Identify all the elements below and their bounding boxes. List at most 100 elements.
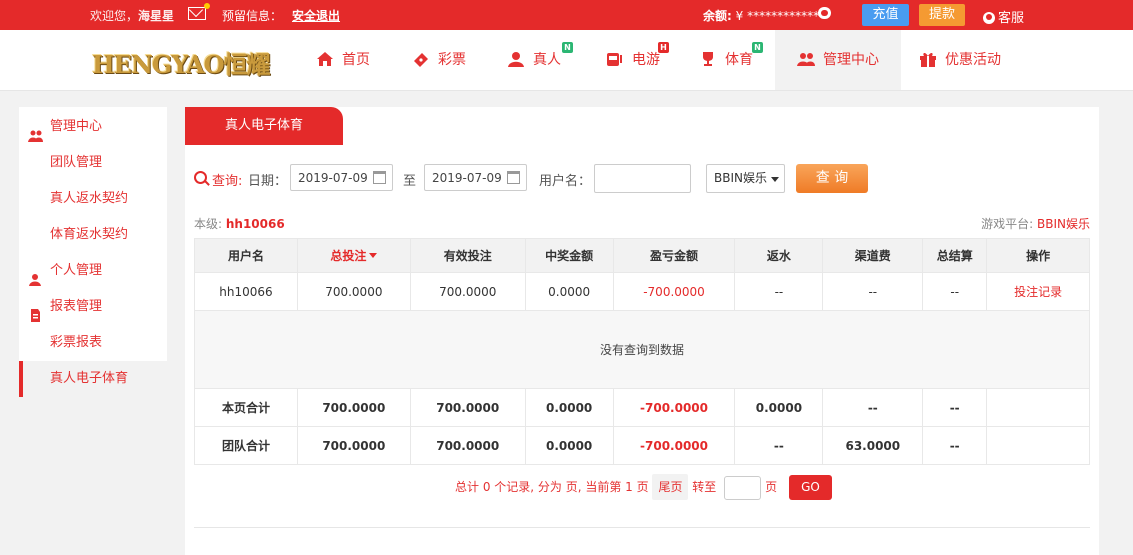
table-cell: -700.0000 <box>612 388 736 427</box>
sidebar-item-sports-rebate-contract[interactable]: 体育返水契约 <box>19 217 167 253</box>
live-dealer-icon <box>507 33 525 67</box>
page-number-input[interactable] <box>724 475 762 500</box>
user-icon <box>28 265 42 286</box>
last-page-button[interactable]: 尾页 <box>652 474 689 500</box>
level-value[interactable]: hh10066 <box>226 217 285 231</box>
recharge-button[interactable]: 充值 <box>862 4 909 26</box>
panel-tab[interactable]: 真人电子体育 <box>185 107 343 145</box>
calendar-icon[interactable] <box>373 171 386 184</box>
sidebar-item-management-center[interactable]: 管理中心 <box>19 109 167 145</box>
table-cell <box>986 426 1090 465</box>
nav-item-lottery[interactable]: 彩票 <box>412 30 466 90</box>
to-label: 至 <box>403 174 417 189</box>
table-cell: hh10066 <box>194 272 298 311</box>
users-icon <box>28 121 43 142</box>
column-header: 盈亏金额 <box>612 238 736 273</box>
report-icon <box>28 301 42 322</box>
logout-link[interactable]: 安全退出 <box>292 7 340 24</box>
nav-label: 真人 <box>533 52 561 68</box>
nav-label: 体育 <box>725 52 753 68</box>
sidebar-item-label: 彩票报表 <box>50 335 103 350</box>
sidebar-item-team-management[interactable]: 团队管理 <box>19 145 167 181</box>
balance-label: 余额: <box>703 9 732 23</box>
date-from-value: 2019-07-09 <box>298 171 368 185</box>
table-cell: -- <box>922 272 988 311</box>
table-cell: 700.0000 <box>296 388 411 427</box>
sort-desc-icon <box>369 253 378 258</box>
logo[interactable]: HENGYAO恒耀 <box>92 45 280 79</box>
table-cell: 本页合计 <box>194 388 298 427</box>
table-cell: -- <box>922 426 988 465</box>
platform-select[interactable]: BBIN娱乐 <box>706 164 785 193</box>
nav-label: 管理中心 <box>823 52 879 68</box>
bet-records-link[interactable]: 投注记录 <box>986 272 1090 311</box>
logo-text: HENGYAO恒耀 <box>92 50 271 79</box>
new-badge: N <box>752 42 763 53</box>
welcome-text: 欢迎您，海星星 <box>90 7 174 24</box>
welcome-prefix: 欢迎您， <box>90 9 139 23</box>
column-header-sortable[interactable]: 总投注 <box>296 238 411 273</box>
table-cell <box>986 388 1090 427</box>
sidebar-item-live-rebate-contract[interactable]: 真人返水契约 <box>19 181 167 217</box>
date-from-input[interactable]: 2019-07-09 <box>290 164 393 191</box>
table-cell: -- <box>822 272 924 311</box>
column-header: 总结算 <box>922 238 988 273</box>
new-badge: N <box>562 42 573 53</box>
customer-service-link[interactable]: 客服 <box>983 7 1024 26</box>
balance: 余额: ¥ ************ <box>703 7 819 24</box>
mail-icon[interactable] <box>188 3 210 20</box>
column-header: 操作 <box>986 238 1090 273</box>
nav-item-management[interactable]: 管理中心 <box>775 30 901 90</box>
table-cell: 团队合计 <box>194 426 298 465</box>
platform-select-value: BBIN娱乐 <box>714 171 767 185</box>
platform-label: 游戏平台: <box>981 217 1034 231</box>
level-label: 本级: <box>194 217 223 231</box>
hot-badge: H <box>658 42 669 53</box>
calendar-icon[interactable] <box>507 171 520 184</box>
nav-item-sports[interactable]: 体育 N <box>699 30 763 90</box>
eye-icon[interactable] <box>818 7 831 19</box>
query-button[interactable]: 查 询 <box>796 164 868 193</box>
goto-label: 转至 <box>692 480 717 494</box>
nav-item-home[interactable]: 首页 <box>316 30 370 90</box>
table-cell: -- <box>734 272 824 311</box>
slot-machine-icon <box>606 33 624 66</box>
nav-item-live[interactable]: 真人 N <box>507 30 573 90</box>
gift-icon <box>919 33 937 67</box>
sidebar-item-lottery-report[interactable]: 彩票报表 <box>19 325 167 361</box>
table-cell: -700.0000 <box>612 272 736 311</box>
table-cell: 700.0000 <box>296 272 411 311</box>
date-to-value: 2019-07-09 <box>432 171 502 185</box>
column-header: 中奖金额 <box>524 238 614 273</box>
sidebar-item-label: 真人电子体育 <box>50 371 129 386</box>
chevron-down-icon <box>771 177 779 182</box>
nav-label: 首页 <box>342 52 370 68</box>
sidebar-item-label: 管理中心 <box>50 119 103 134</box>
pager-summary: 总计 0 个记录, 分为 页, 当前第 1 页 <box>455 480 649 494</box>
sidebar-item-personal-management[interactable]: 个人管理 <box>19 253 167 289</box>
date-to-input[interactable]: 2019-07-09 <box>424 164 527 191</box>
column-header-label: 总投注 <box>330 249 367 263</box>
sidebar-item-live-egames-sports[interactable]: 真人电子体育 <box>19 361 171 397</box>
username-input[interactable] <box>594 164 691 193</box>
table-cell: 0.0000 <box>734 388 824 427</box>
username-label: 用户名： <box>539 174 592 189</box>
nav-item-promotions[interactable]: 优惠活动 <box>919 30 1001 90</box>
main-nav: HENGYAO恒耀 首页 彩票 真人 N 电游 H 体育 N 管理中心 优惠活动 <box>0 30 1133 91</box>
search-icon <box>194 171 207 184</box>
column-header: 有效投注 <box>409 238 526 273</box>
go-button[interactable]: GO <box>788 475 832 500</box>
page-unit-label: 页 <box>765 480 778 494</box>
table-cell: 700.0000 <box>409 272 526 311</box>
column-header: 渠道费 <box>822 238 924 273</box>
table-cell: 0.0000 <box>524 426 614 465</box>
nav-item-egames[interactable]: 电游 H <box>606 30 669 90</box>
table-cell: 0.0000 <box>524 388 614 427</box>
withdraw-button[interactable]: 提款 <box>919 4 965 26</box>
table-cell: -700.0000 <box>612 426 736 465</box>
sidebar-item-report-management[interactable]: 报表管理 <box>19 289 167 325</box>
table-row: hh10066 700.0000 700.0000 0.0000 -700.00… <box>194 272 1090 311</box>
table-cell: 700.0000 <box>296 426 411 465</box>
sidebar-item-label: 个人管理 <box>50 263 103 278</box>
nav-label: 彩票 <box>438 52 466 68</box>
